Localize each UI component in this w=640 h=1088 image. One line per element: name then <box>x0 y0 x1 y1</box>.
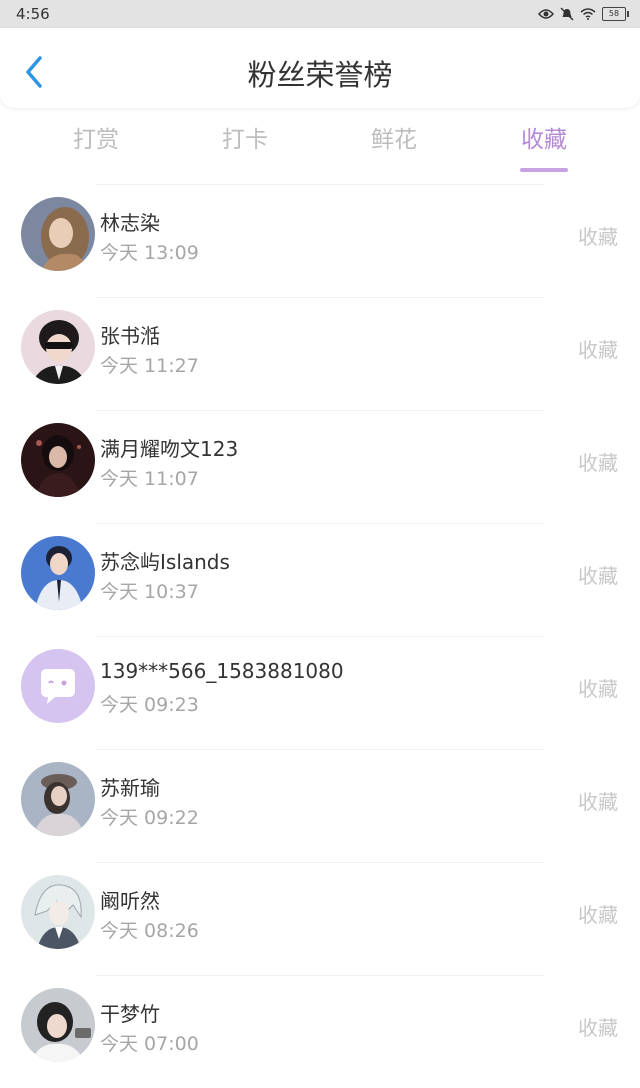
user-name: 满月耀吻文123 <box>100 437 239 461</box>
list-item[interactable]: 干梦竹 今天 07:00 收藏 <box>0 975 640 1088</box>
timestamp: 今天 10:37 <box>100 581 199 603</box>
list-item[interactable]: 林志染 今天 13:09 收藏 <box>0 184 640 297</box>
avatar[interactable] <box>21 197 95 271</box>
user-name: 干梦竹 <box>100 1002 160 1026</box>
avatar[interactable] <box>21 988 95 1062</box>
back-button[interactable] <box>18 54 50 90</box>
default-chat-avatar-icon <box>21 649 95 723</box>
list-item[interactable]: 满月耀吻文123 今天 11:07 收藏 <box>0 410 640 523</box>
mute-icon <box>560 7 574 21</box>
timestamp: 今天 11:07 <box>100 468 199 490</box>
status-bar: 4:56 58 <box>0 0 640 28</box>
tab-favorites[interactable]: 收藏 <box>504 120 584 172</box>
timestamp: 今天 09:22 <box>100 807 199 829</box>
action-label: 收藏 <box>578 1016 618 1040</box>
fan-list: 林志染 今天 13:09 收藏 张书湉 今天 11:27 收藏 满月耀吻文123… <box>0 184 640 1088</box>
avatar[interactable] <box>21 536 95 610</box>
action-label: 收藏 <box>578 225 618 249</box>
timestamp: 今天 09:23 <box>100 694 199 716</box>
divider <box>96 749 544 750</box>
action-label: 收藏 <box>578 564 618 588</box>
tab-checkin[interactable]: 打卡 <box>205 120 285 154</box>
list-item[interactable]: 苏新瑜 今天 09:22 收藏 <box>0 749 640 862</box>
divider <box>96 410 544 411</box>
wifi-icon <box>580 8 596 20</box>
tab-reward[interactable]: 打赏 <box>56 120 136 154</box>
timestamp: 今天 08:26 <box>100 920 199 942</box>
divider <box>96 297 544 298</box>
header: 粉丝荣誉榜 <box>0 28 640 108</box>
tab-bar: 打赏 打卡 鲜花 收藏 <box>0 112 640 172</box>
avatar[interactable] <box>21 875 95 949</box>
action-label: 收藏 <box>578 451 618 475</box>
list-item[interactable]: 苏念屿Islands 今天 10:37 收藏 <box>0 523 640 636</box>
action-label: 收藏 <box>578 338 618 362</box>
battery-icon: 58 <box>602 7 629 21</box>
action-label: 收藏 <box>578 677 618 701</box>
divider <box>96 636 544 637</box>
user-name: 阚听然 <box>100 889 160 913</box>
tab-favorites-label: 收藏 <box>521 127 567 153</box>
status-time: 4:56 <box>16 5 50 23</box>
avatar[interactable] <box>21 762 95 836</box>
user-name: 苏念屿Islands <box>100 550 230 574</box>
avatar[interactable] <box>21 423 95 497</box>
avatar[interactable] <box>21 310 95 384</box>
status-icons: 58 <box>538 7 629 21</box>
user-name: 苏新瑜 <box>100 776 160 800</box>
avatar[interactable] <box>21 649 95 723</box>
user-name: 林志染 <box>100 211 160 235</box>
user-name: 139***566_1583881080 <box>100 659 344 683</box>
divider <box>96 862 544 863</box>
action-label: 收藏 <box>578 903 618 927</box>
action-label: 收藏 <box>578 790 618 814</box>
list-item[interactable]: 139***566_1583881080 今天 09:23 收藏 <box>0 636 640 749</box>
timestamp: 今天 13:09 <box>100 242 199 264</box>
eye-icon <box>538 9 554 19</box>
timestamp: 今天 11:27 <box>100 355 199 377</box>
divider <box>96 523 544 524</box>
user-name: 张书湉 <box>100 324 160 348</box>
divider <box>96 184 544 185</box>
list-item[interactable]: 阚听然 今天 08:26 收藏 <box>0 862 640 975</box>
chevron-left-icon <box>26 56 42 88</box>
timestamp: 今天 07:00 <box>100 1033 199 1055</box>
tab-flowers[interactable]: 鲜花 <box>354 120 434 154</box>
active-tab-indicator <box>520 168 568 172</box>
divider <box>96 975 544 976</box>
page-title: 粉丝荣誉榜 <box>247 58 393 92</box>
list-item[interactable]: 张书湉 今天 11:27 收藏 <box>0 297 640 410</box>
